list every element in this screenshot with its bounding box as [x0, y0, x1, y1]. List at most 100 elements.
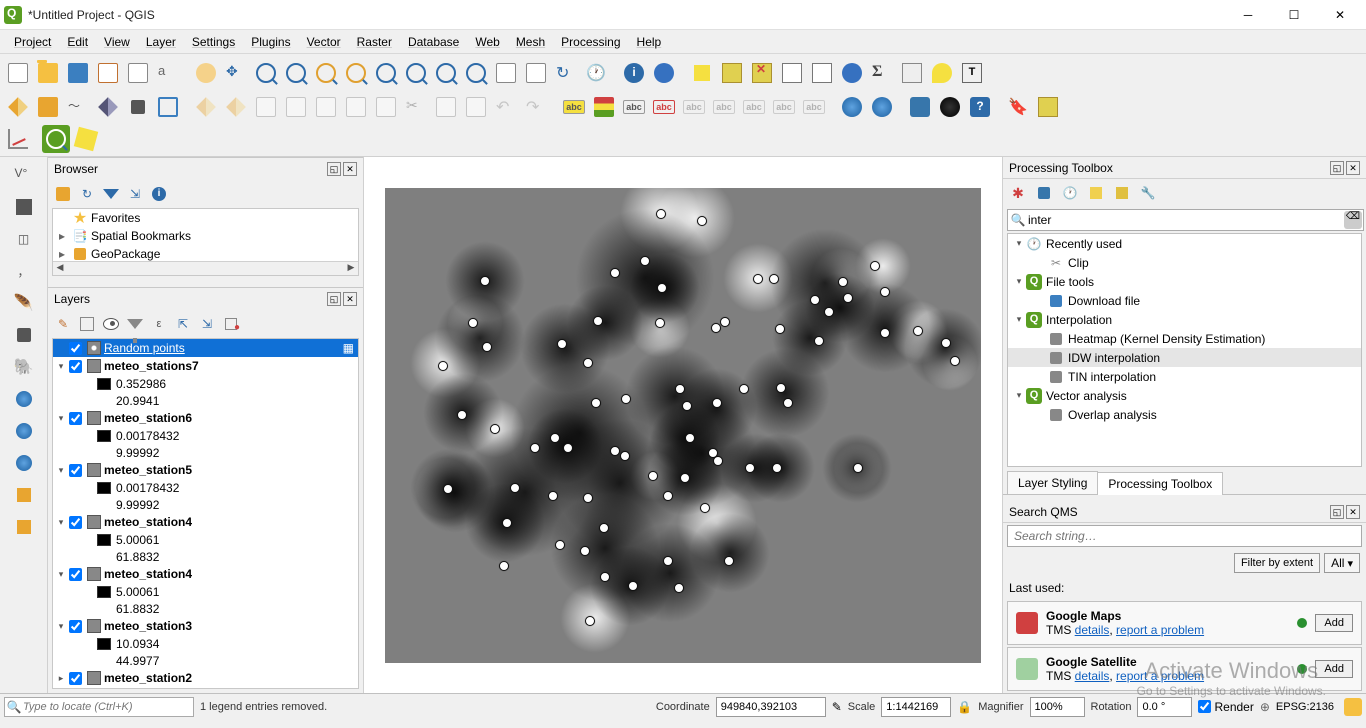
save-project-button[interactable] — [64, 59, 92, 87]
paint-1-button[interactable] — [192, 93, 220, 121]
menu-processing[interactable]: Processing — [553, 32, 628, 52]
map-point[interactable] — [697, 216, 707, 226]
proc-edit-button[interactable] — [1111, 182, 1133, 204]
map-point[interactable] — [674, 583, 684, 593]
browser-filter-button[interactable] — [100, 183, 122, 205]
filter-all-dropdown[interactable]: All ▾ — [1324, 553, 1360, 573]
proc-group[interactable]: ▾QFile tools — [1008, 272, 1361, 291]
locator-input[interactable] — [23, 698, 193, 715]
delimited-text-button[interactable]: ， — [10, 257, 38, 285]
layer-checkbox[interactable] — [69, 672, 82, 685]
paste-button[interactable] — [462, 93, 490, 121]
browser-collapse-button[interactable]: ⇲ — [124, 183, 146, 205]
map-point[interactable] — [775, 324, 785, 334]
map-point[interactable] — [838, 277, 848, 287]
minimize-button[interactable]: ─ — [1226, 1, 1270, 29]
proc-algorithm[interactable]: IDW interpolation — [1008, 348, 1361, 367]
pan-selection-button[interactable]: ✥ — [222, 59, 250, 87]
dock-tab[interactable]: Layer Styling — [1007, 471, 1098, 494]
map-point[interactable] — [648, 471, 658, 481]
coordinate-field[interactable]: 949840,392103 — [716, 697, 826, 717]
menu-plugins[interactable]: Plugins — [243, 32, 298, 52]
browser-item[interactable]: ★Favorites — [53, 209, 358, 227]
zoom-full-button[interactable] — [312, 59, 340, 87]
map-point[interactable] — [682, 401, 692, 411]
proc-algorithm[interactable]: Overlap analysis — [1008, 405, 1361, 424]
zoom-native-button[interactable] — [402, 59, 430, 87]
label-toolbar-1[interactable]: abc — [560, 93, 588, 121]
map-point[interactable] — [950, 356, 960, 366]
vector-layer-button[interactable]: V° — [10, 161, 38, 189]
zoom-next-button[interactable] — [462, 59, 490, 87]
processing-tree[interactable]: ▾🕐Recently used✂Clip▾QFile toolsDownload… — [1007, 233, 1362, 467]
qms-float-button[interactable]: ◱ — [1330, 505, 1344, 519]
copy-button[interactable] — [432, 93, 460, 121]
qms-details-link[interactable]: details — [1075, 669, 1110, 683]
proc-group[interactable]: ▾QInterpolation — [1008, 310, 1361, 329]
clear-search-button[interactable]: ⌫ — [1344, 211, 1362, 229]
tips-button[interactable] — [928, 59, 956, 87]
rotation-field[interactable]: 0.0 ° — [1137, 697, 1192, 717]
map-point[interactable] — [776, 383, 786, 393]
browser-close-button[interactable]: ✕ — [343, 162, 357, 176]
layers-remove-button[interactable]: ● — [220, 313, 242, 335]
layer-row[interactable]: ▸meteo_station2 — [53, 669, 358, 687]
processing-search-input[interactable] — [1028, 211, 1363, 229]
menu-settings[interactable]: Settings — [184, 32, 243, 52]
layer-row[interactable]: ▾meteo_station6 — [53, 409, 358, 427]
menu-project[interactable]: Project — [6, 32, 59, 52]
wms-button[interactable] — [10, 385, 38, 413]
label-toolbar-5[interactable]: abc — [680, 93, 708, 121]
proc-history-button[interactable]: 🕐 — [1059, 182, 1081, 204]
map-point[interactable] — [720, 317, 730, 327]
map-point[interactable] — [480, 276, 490, 286]
spatialite-button[interactable]: 🪶 — [10, 289, 38, 317]
map-point[interactable] — [502, 518, 512, 528]
map-point[interactable] — [600, 572, 610, 582]
map-point[interactable] — [739, 384, 749, 394]
new-print-layout-button[interactable] — [94, 59, 122, 87]
map-point[interactable] — [490, 424, 500, 434]
browser-refresh-button[interactable]: ↻ — [76, 183, 98, 205]
osm-2-button[interactable] — [868, 93, 896, 121]
map-point[interactable] — [680, 473, 690, 483]
proc-script-button[interactable] — [1033, 182, 1055, 204]
map-point[interactable] — [853, 463, 863, 473]
map-point[interactable] — [810, 295, 820, 305]
layer-row[interactable]: Random points▦ — [53, 339, 358, 357]
map-point[interactable] — [824, 307, 834, 317]
proc-algorithm[interactable]: Download file — [1008, 291, 1361, 310]
layer-row[interactable]: ▾meteo_station3 — [53, 617, 358, 635]
map-point[interactable] — [753, 274, 763, 284]
layers-tree[interactable]: Random points▦▾meteo_stations70.35298620… — [52, 338, 359, 689]
layer-checkbox[interactable] — [69, 342, 82, 355]
lock-icon[interactable]: 🔒 — [957, 700, 972, 714]
map-point[interactable] — [712, 398, 722, 408]
quickosm-button[interactable] — [42, 125, 70, 153]
label-toolbar-9[interactable]: abc — [800, 93, 828, 121]
locator-bar[interactable]: 🔍 — [4, 697, 194, 717]
paint-6-button[interactable] — [342, 93, 370, 121]
attribute-table-button[interactable] — [778, 59, 806, 87]
browser-item[interactable]: ▸📑Spatial Bookmarks — [53, 227, 358, 245]
map-point[interactable] — [610, 446, 620, 456]
raster-layer-button[interactable] — [10, 193, 38, 221]
layout-manager-button[interactable] — [124, 59, 152, 87]
map-point[interactable] — [880, 287, 890, 297]
map-point[interactable] — [675, 384, 685, 394]
virtual-layer-button[interactable] — [10, 321, 38, 349]
layer-checkbox[interactable] — [69, 412, 82, 425]
osm-1-button[interactable] — [838, 93, 866, 121]
xyz-button[interactable] — [10, 481, 38, 509]
filter-by-extent-button[interactable]: Filter by extent — [1234, 553, 1320, 573]
menu-view[interactable]: View — [96, 32, 138, 52]
browser-add-button[interactable] — [52, 183, 74, 205]
map-point[interactable] — [843, 293, 853, 303]
processing-float-button[interactable]: ◱ — [1330, 161, 1344, 175]
menu-vector[interactable]: Vector — [299, 32, 349, 52]
proc-algorithm[interactable]: ✂Clip — [1008, 253, 1361, 272]
label-toolbar-6[interactable]: abc — [710, 93, 738, 121]
map-point[interactable] — [468, 318, 478, 328]
layer-checkbox[interactable] — [69, 568, 82, 581]
map-point[interactable] — [663, 491, 673, 501]
